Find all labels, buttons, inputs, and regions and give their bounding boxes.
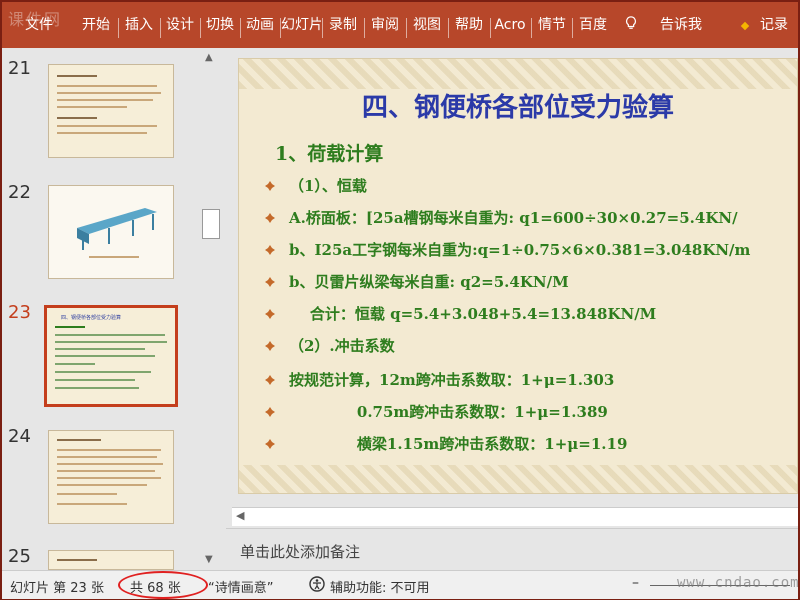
- scrollbar-thumb[interactable]: [202, 209, 220, 239]
- thumbnail-slide-24[interactable]: [48, 430, 174, 524]
- thumbnail-scrollbar[interactable]: [200, 48, 222, 570]
- diamond-bullet-icon: [265, 309, 275, 319]
- tab-home[interactable]: 开始: [74, 2, 118, 48]
- watermark-text: www.cndao.com: [677, 575, 800, 591]
- ribbon: 课件网 文件 开始 插入 设计 切换 动画 幻灯片 录制 审阅 视图 帮助 Ac…: [2, 2, 798, 48]
- thumbnail-slide-22[interactable]: [48, 185, 174, 279]
- slide-line-5[interactable]: 合计：恒载 q=5.4+3.048+5.4=13.848KN/M: [265, 303, 656, 324]
- notes-pane[interactable]: 单击此处添加备注: [226, 528, 798, 571]
- scroll-left-icon[interactable]: ◀: [236, 509, 244, 522]
- thumbnail-slide-21[interactable]: [48, 64, 174, 158]
- tab-view[interactable]: 视图: [407, 2, 447, 48]
- thumbnail-slide-23[interactable]: 四、钢便桥各部位受力验算: [44, 305, 178, 407]
- status-accessibility[interactable]: 辅助功能: 不可用: [330, 577, 430, 596]
- notes-placeholder: 单击此处添加备注: [240, 543, 361, 561]
- slide-line-7[interactable]: 按规范计算，12m跨冲击系数取：1+μ=1.303: [265, 369, 614, 390]
- thumbnail-title: 四、钢便桥各部位受力验算: [61, 315, 122, 321]
- slide-line-1[interactable]: （1）、恒载: [265, 175, 367, 196]
- tab-storyboard[interactable]: 情节: [532, 2, 572, 48]
- diamond-bullet-icon: [265, 245, 275, 255]
- diamond-bullet-icon: [265, 213, 275, 223]
- thumb-number-22: 22: [8, 182, 31, 203]
- slide-canvas[interactable]: 四、钢便桥各部位受力验算 1、荷载计算 （1）、恒载 A.桥面板：[25a槽钢每…: [238, 58, 798, 494]
- lightbulb-icon: [626, 16, 636, 29]
- slide-line-2[interactable]: A.桥面板：[25a槽钢每米自重为: q1=600÷30×0.27=5.4KN/: [265, 207, 738, 228]
- scroll-down-icon[interactable]: ▼: [205, 554, 213, 565]
- tab-insert[interactable]: 插入: [119, 2, 159, 48]
- accessibility-icon[interactable]: [308, 575, 326, 593]
- tab-slideshow[interactable]: 幻灯片: [281, 2, 321, 48]
- tab-animations[interactable]: 动画: [241, 2, 279, 48]
- thumb-number-25: 25: [8, 546, 31, 567]
- tab-record[interactable]: 录制: [323, 2, 363, 48]
- scroll-up-icon[interactable]: ▲: [205, 52, 213, 63]
- tab-help[interactable]: 帮助: [449, 2, 489, 48]
- tab-file[interactable]: 文件: [6, 2, 72, 48]
- horizontal-scrollbar[interactable]: ◀: [232, 507, 798, 526]
- slide-line-8[interactable]: 0.75m跨冲击系数取：1+μ=1.389: [265, 401, 608, 422]
- record-dot-icon: [740, 21, 750, 31]
- status-theme-name[interactable]: “诗情画意”: [208, 577, 273, 596]
- tab-recording[interactable]: 记录: [760, 2, 800, 48]
- tab-transitions[interactable]: 切换: [201, 2, 239, 48]
- tab-acrobat[interactable]: Acro: [490, 2, 530, 48]
- diamond-bullet-icon: [265, 181, 275, 191]
- status-slide-position[interactable]: 幻灯片 第 23 张: [10, 577, 104, 596]
- diamond-bullet-icon: [265, 341, 275, 351]
- tab-review[interactable]: 审阅: [365, 2, 405, 48]
- thumb-number-23: 23: [8, 302, 31, 323]
- bridge-image-icon: [77, 208, 157, 258]
- annotation-circle: [118, 571, 208, 599]
- slide-line-3[interactable]: b、I25a工字钢每米自重为:q=1÷0.75×6×0.381=3.048KN/…: [265, 239, 750, 260]
- slide-line-6[interactable]: （2）.冲击系数: [265, 335, 395, 356]
- tell-me-search[interactable]: 告诉我: [650, 2, 712, 48]
- slide-title[interactable]: 四、钢便桥各部位受力验算: [239, 87, 797, 124]
- thumbnail-slide-25[interactable]: [48, 550, 174, 570]
- diamond-bullet-icon: [265, 439, 275, 449]
- tab-design[interactable]: 设计: [161, 2, 199, 48]
- zoom-out-button[interactable]: –: [632, 575, 639, 591]
- diamond-bullet-icon: [265, 407, 275, 417]
- tab-baidu[interactable]: 百度: [573, 2, 613, 48]
- diamond-bullet-icon: [265, 375, 275, 385]
- thumb-number-21: 21: [8, 58, 31, 79]
- slide-line-4[interactable]: b、贝雷片纵梁每米自重: q2=5.4KN/M: [265, 271, 569, 292]
- slide-line-9[interactable]: 横梁1.15m跨冲击系数取：1+μ=1.19: [265, 433, 627, 454]
- slide-heading[interactable]: 1、荷载计算: [275, 139, 383, 166]
- diamond-bullet-icon: [265, 277, 275, 287]
- thumb-number-24: 24: [8, 426, 31, 447]
